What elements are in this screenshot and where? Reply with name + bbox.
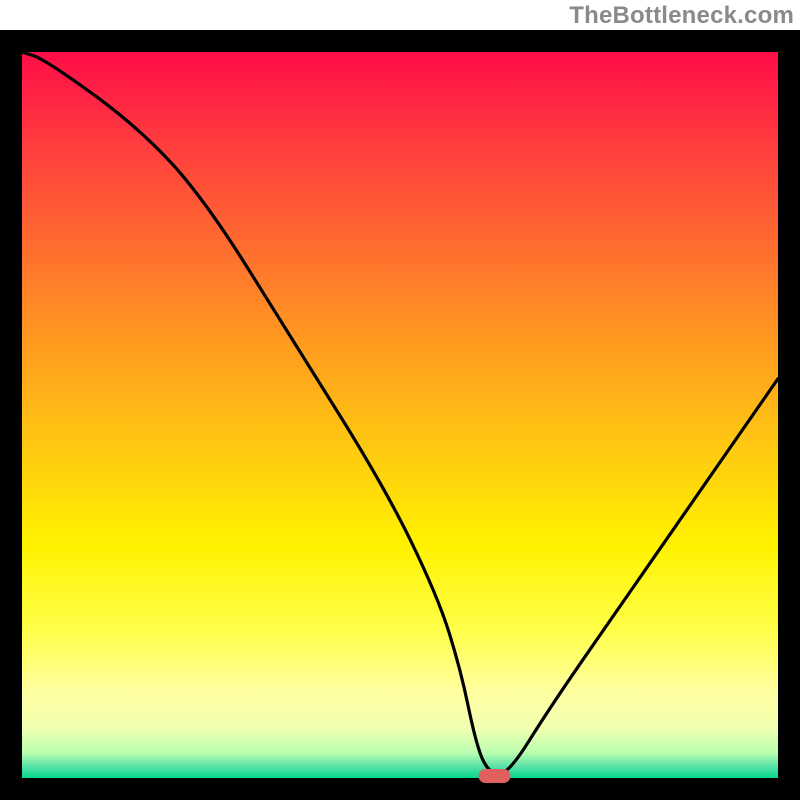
chart-container: TheBottleneck.com xyxy=(0,0,800,800)
plot-area xyxy=(0,30,800,800)
watermark-text: TheBottleneck.com xyxy=(569,2,794,30)
minimum-marker xyxy=(479,769,511,783)
chart-background xyxy=(22,52,778,778)
bottleneck-chart xyxy=(0,30,800,800)
